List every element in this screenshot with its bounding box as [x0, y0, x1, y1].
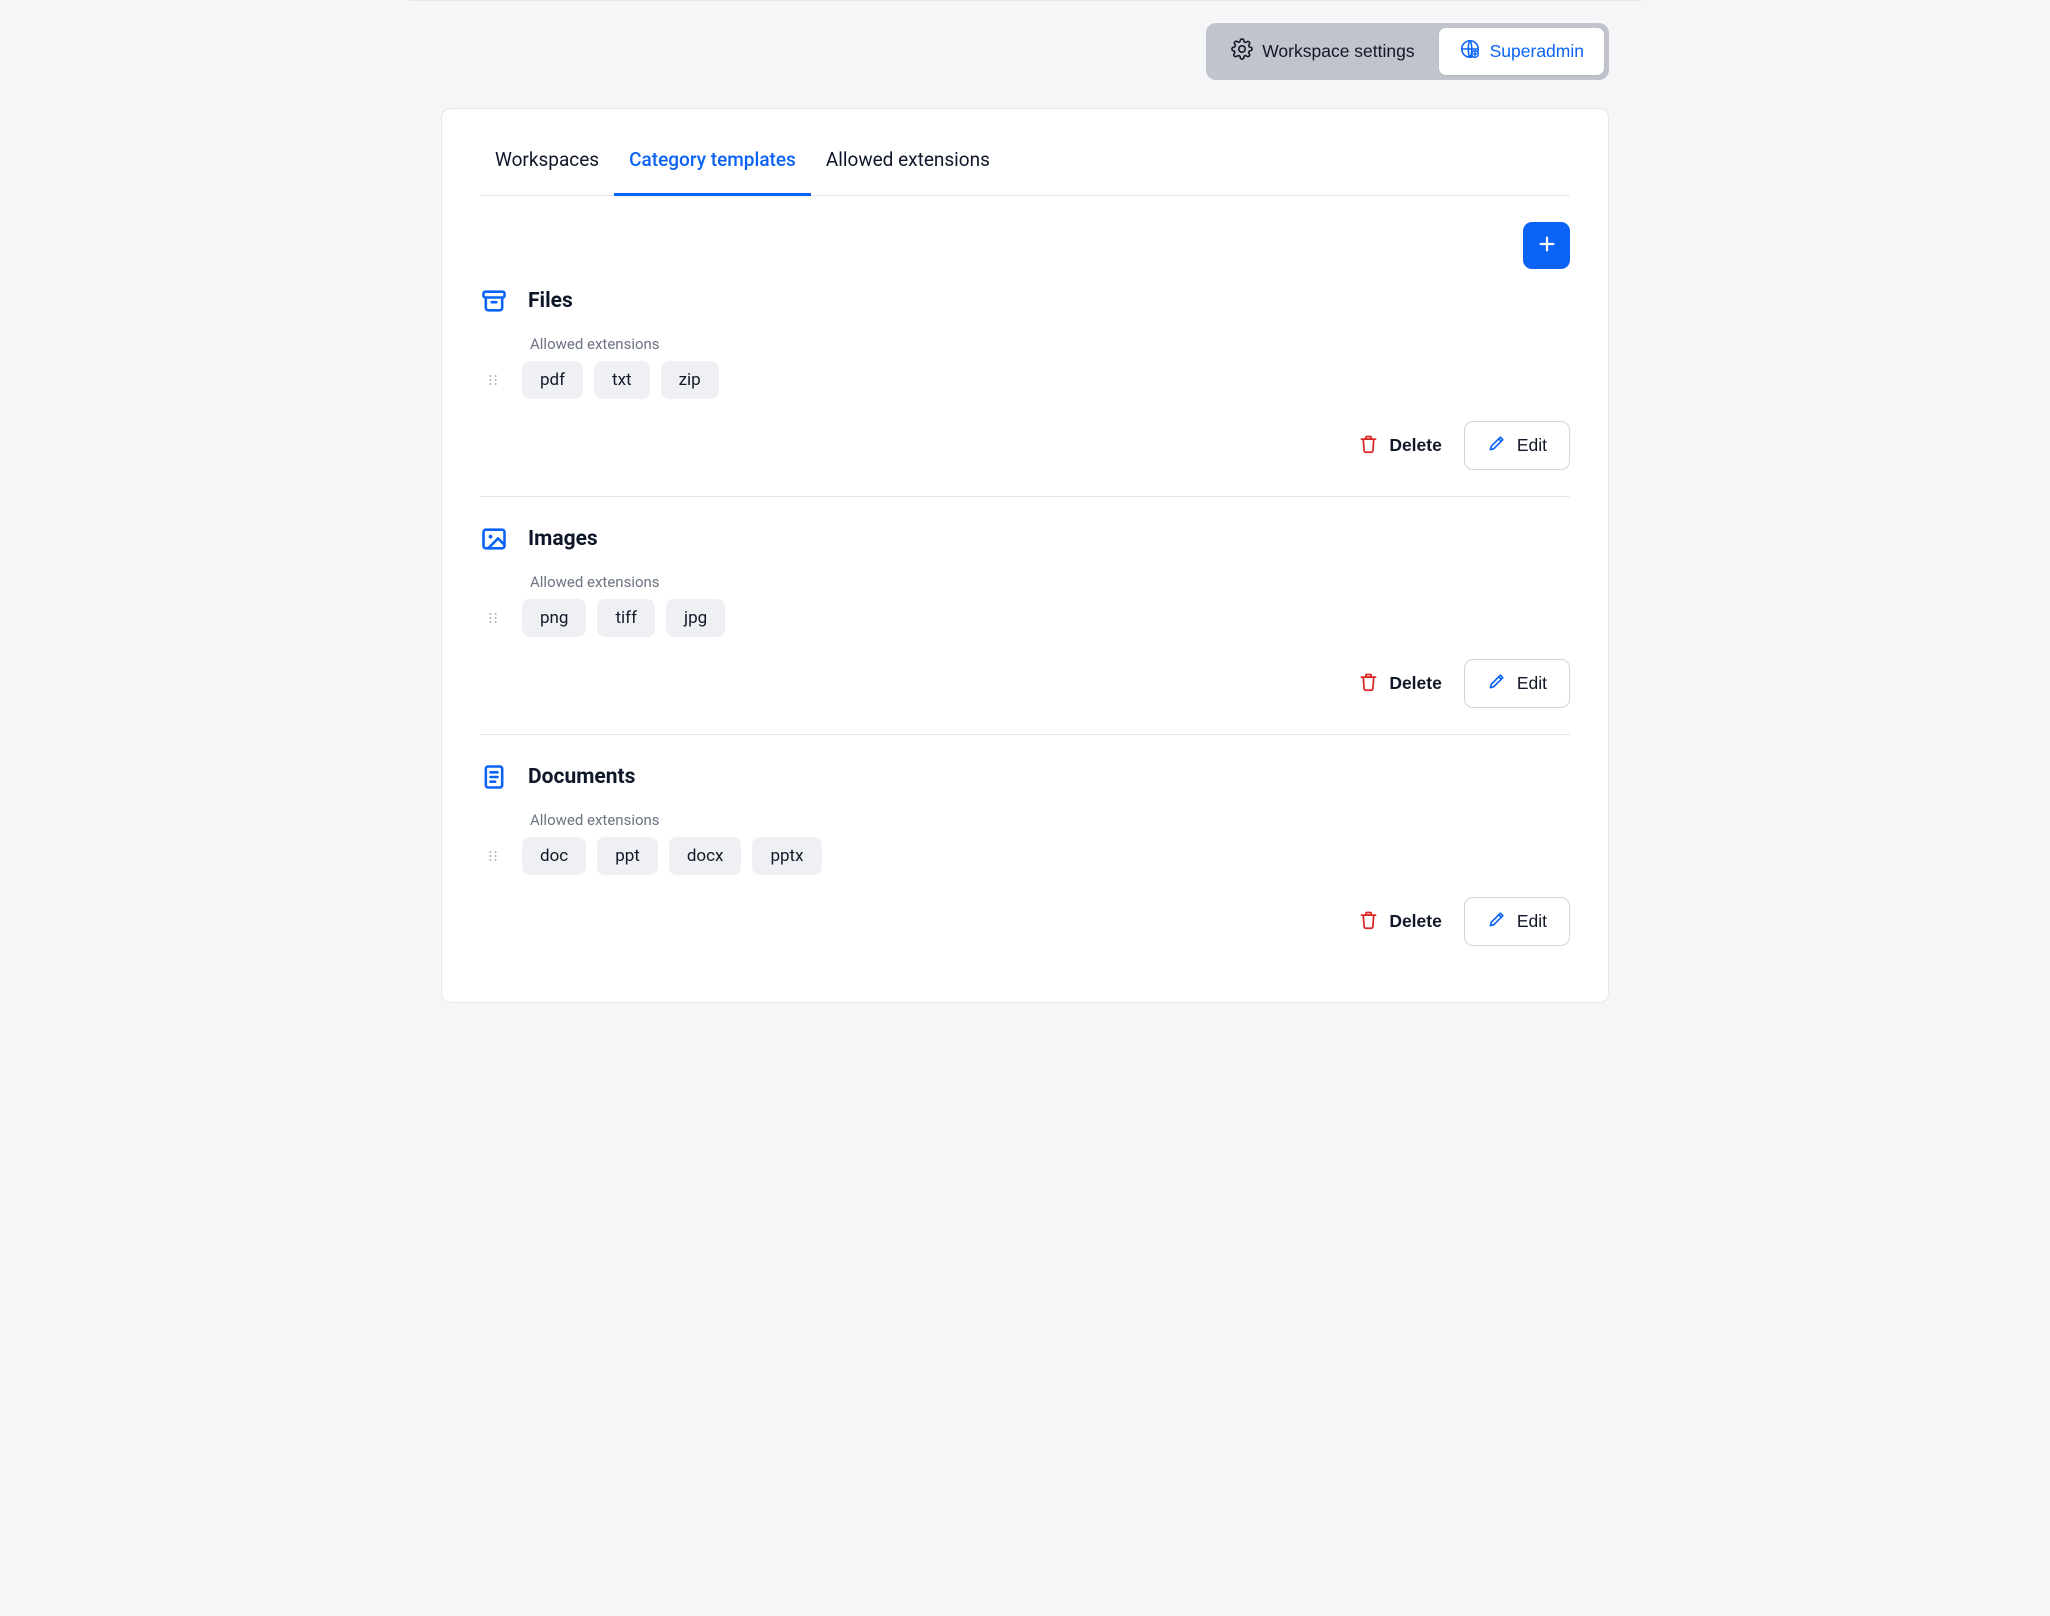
tab-workspaces[interactable]: Workspaces	[480, 144, 614, 196]
extension-chips: doc ppt docx pptx	[522, 837, 822, 875]
category-title: Documents	[528, 765, 635, 789]
category-list: Files Allowed extensions pdf txt zip	[480, 281, 1570, 972]
edit-button[interactable]: Edit	[1464, 897, 1570, 946]
superadmin-button[interactable]: Superadmin	[1439, 28, 1604, 75]
category-item: Images Allowed extensions png tiff jpg	[480, 496, 1570, 734]
delete-button[interactable]: Delete	[1358, 909, 1442, 935]
image-icon	[480, 525, 508, 553]
extension-chip: txt	[594, 361, 650, 399]
edit-label: Edit	[1517, 435, 1547, 456]
tab-category-templates[interactable]: Category templates	[614, 144, 811, 196]
workspace-settings-button[interactable]: Workspace settings	[1211, 28, 1434, 75]
content-card: Workspaces Category templates Allowed ex…	[441, 108, 1609, 1003]
category-title: Files	[528, 289, 573, 313]
tab-allowed-extensions[interactable]: Allowed extensions	[811, 144, 1005, 196]
extension-chip: pptx	[752, 837, 821, 875]
extension-chip: pdf	[522, 361, 583, 399]
category-item: Documents Allowed extensions doc ppt doc…	[480, 734, 1570, 972]
superadmin-label: Superadmin	[1490, 41, 1584, 62]
edit-button[interactable]: Edit	[1464, 659, 1570, 708]
category-title: Images	[528, 527, 598, 551]
trash-icon	[1358, 909, 1379, 935]
edit-label: Edit	[1517, 673, 1547, 694]
delete-label: Delete	[1389, 673, 1442, 694]
extension-chip: png	[522, 599, 586, 637]
drag-handle[interactable]	[482, 848, 504, 864]
plus-icon	[1536, 233, 1558, 258]
extension-chips: png tiff jpg	[522, 599, 725, 637]
extension-chip: jpg	[666, 599, 725, 637]
document-icon	[480, 763, 508, 791]
delete-label: Delete	[1389, 911, 1442, 932]
edit-label: Edit	[1517, 911, 1547, 932]
globe-icon	[1459, 38, 1481, 65]
allowed-extensions-label: Allowed extensions	[530, 573, 1570, 591]
gear-icon	[1231, 38, 1253, 65]
tabs: Workspaces Category templates Allowed ex…	[480, 143, 1570, 196]
pencil-icon	[1487, 909, 1507, 934]
archive-icon	[480, 287, 508, 315]
delete-label: Delete	[1389, 435, 1442, 456]
trash-icon	[1358, 671, 1379, 697]
trash-icon	[1358, 433, 1379, 459]
toolbar	[480, 196, 1570, 281]
pencil-icon	[1487, 671, 1507, 696]
allowed-extensions-label: Allowed extensions	[530, 335, 1570, 353]
delete-button[interactable]: Delete	[1358, 671, 1442, 697]
workspace-settings-label: Workspace settings	[1262, 41, 1414, 62]
extension-chip: tiff	[597, 599, 655, 637]
pencil-icon	[1487, 433, 1507, 458]
drag-handle[interactable]	[482, 610, 504, 626]
extension-chip: zip	[661, 361, 719, 399]
category-item: Files Allowed extensions pdf txt zip	[480, 281, 1570, 496]
add-category-button[interactable]	[1523, 222, 1570, 269]
extension-chip: docx	[669, 837, 742, 875]
drag-handle[interactable]	[482, 372, 504, 388]
settings-toggle: Workspace settings Superadmin	[1206, 23, 1609, 80]
allowed-extensions-label: Allowed extensions	[530, 811, 1570, 829]
extension-chip: ppt	[597, 837, 658, 875]
topbar: Workspace settings Superadmin	[409, 9, 1641, 108]
extension-chips: pdf txt zip	[522, 361, 719, 399]
extension-chip: doc	[522, 837, 586, 875]
delete-button[interactable]: Delete	[1358, 433, 1442, 459]
edit-button[interactable]: Edit	[1464, 421, 1570, 470]
